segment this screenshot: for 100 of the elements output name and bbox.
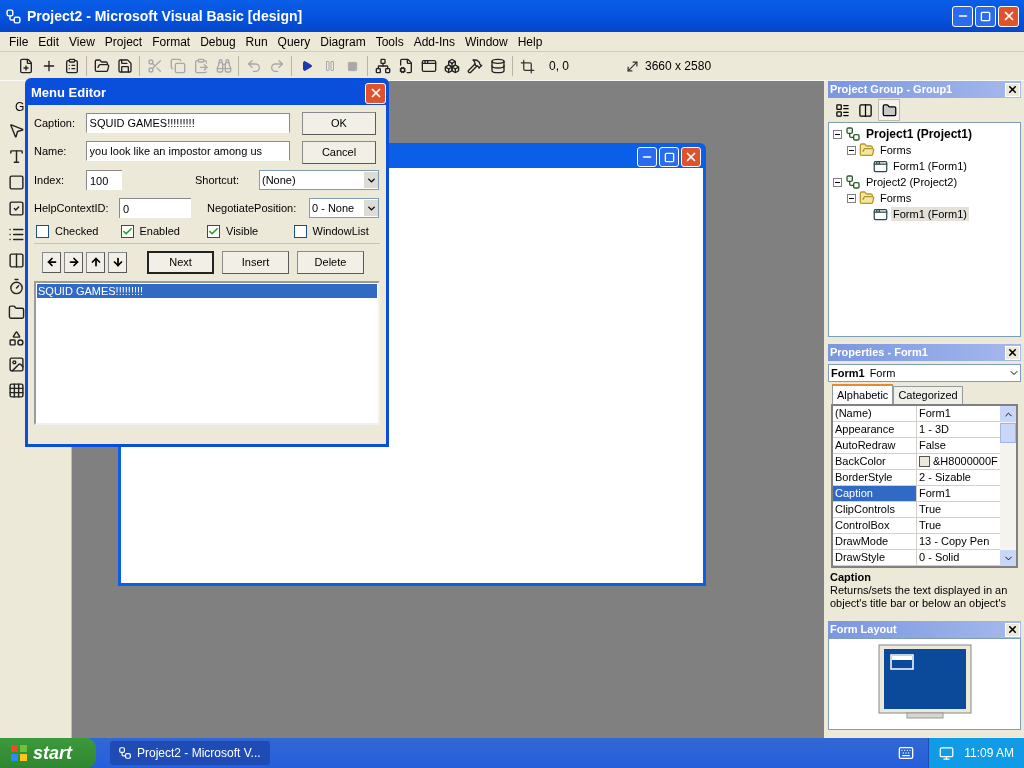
arrow-button[interactable]: [108, 251, 127, 273]
start-button[interactable]: start: [0, 738, 96, 768]
close-button[interactable]: [1005, 82, 1020, 97]
close-button[interactable]: [1005, 622, 1020, 637]
tree-item[interactable]: Form1 (Form1): [891, 207, 969, 221]
property-name[interactable]: DrawStyle: [833, 550, 917, 565]
checkbox[interactable]: [207, 225, 220, 238]
tree-item[interactable]: Project1 (Project1): [864, 127, 975, 141]
dialog-button[interactable]: Insert: [222, 250, 289, 274]
property-name[interactable]: Caption: [833, 486, 917, 501]
tree-item[interactable]: Form1 (Form1): [891, 159, 969, 173]
grid-icon[interactable]: [8, 382, 25, 399]
checkbox[interactable]: [36, 225, 49, 238]
menu-item[interactable]: Edit: [33, 32, 65, 51]
tree-item[interactable]: Forms: [878, 143, 914, 157]
tree-item[interactable]: Forms: [878, 191, 914, 205]
checkbox[interactable]: [120, 225, 134, 238]
arrow-button[interactable]: [42, 251, 61, 273]
minimize-button[interactable]: [952, 5, 973, 27]
folder-icon[interactable]: [8, 304, 25, 321]
close-button[interactable]: [365, 82, 386, 104]
collapse-icon[interactable]: [847, 145, 856, 155]
text-field[interactable]: 0: [119, 198, 191, 218]
menu-item[interactable]: File: [4, 32, 34, 51]
tree-item[interactable]: Project2 (Project2): [864, 175, 960, 189]
property-name[interactable]: ControlBox: [833, 518, 917, 533]
collapse-icon[interactable]: [833, 177, 842, 187]
scrollbar[interactable]: [1000, 406, 1016, 566]
property-value[interactable]: False: [919, 438, 946, 453]
dialog-button[interactable]: OK: [302, 112, 376, 135]
toggle-folders-button[interactable]: [878, 99, 900, 121]
open-icon: [93, 58, 110, 74]
property-value[interactable]: 2 - Sizable: [919, 470, 971, 485]
scrollbar-icon[interactable]: [8, 252, 25, 269]
hammer-icon: [466, 58, 483, 74]
arrow-button[interactable]: [64, 251, 83, 273]
shortcut-dropdown[interactable]: (None): [259, 170, 379, 190]
collapse-icon[interactable]: [833, 129, 842, 139]
property-value[interactable]: Form1: [919, 406, 951, 421]
maximize-button[interactable]: [659, 147, 679, 167]
dialog-button[interactable]: Delete: [297, 250, 364, 274]
property-value[interactable]: 13 - Copy Pen: [919, 534, 990, 549]
property-value[interactable]: True: [919, 502, 942, 517]
negotiate-position-dropdown[interactable]: 0 - None: [309, 198, 379, 218]
folder-icon: [859, 190, 875, 206]
close-icon: [684, 150, 698, 164]
menu-list-item[interactable]: SQUID GAMES!!!!!!!!!: [37, 284, 377, 298]
text-field[interactable]: you look like an impostor among us: [85, 141, 290, 161]
size-text: 3660 x 2580: [645, 58, 712, 75]
description-title: Caption: [830, 571, 872, 584]
property-value[interactable]: True: [919, 518, 942, 533]
maximize-button[interactable]: [975, 5, 996, 27]
object-dropdown[interactable]: Form1 Form: [828, 364, 1021, 382]
maximize-icon: [663, 151, 675, 163]
tab[interactable]: Categorized: [893, 386, 963, 404]
property-value[interactable]: &H8000000F: [933, 454, 998, 469]
menu-item[interactable]: Project: [99, 32, 148, 51]
clock: 11:09 AM: [964, 745, 1014, 762]
property-name[interactable]: BackColor: [833, 454, 917, 469]
menu-item[interactable]: Diagram: [315, 32, 371, 51]
text-field[interactable]: SQUID GAMES!!!!!!!!!: [85, 113, 290, 133]
arrow-button[interactable]: [86, 251, 105, 273]
checkbox-icon[interactable]: [8, 200, 25, 217]
minimize-button[interactable]: [637, 147, 657, 167]
timer-icon[interactable]: [8, 278, 25, 295]
image-icon[interactable]: [8, 356, 25, 373]
property-value[interactable]: 1 - 3D: [919, 422, 949, 437]
dialog-button[interactable]: Next: [147, 250, 214, 274]
menu-item[interactable]: Query: [272, 32, 316, 51]
text-icon[interactable]: [8, 148, 25, 165]
menu-item[interactable]: Run: [240, 32, 273, 51]
menu-item[interactable]: Window: [460, 32, 513, 51]
close-button[interactable]: [1005, 345, 1020, 360]
property-value[interactable]: 0 - Solid: [919, 550, 960, 565]
property-name[interactable]: AutoRedraw: [833, 438, 917, 453]
checkbox-label: Enabled: [139, 224, 180, 240]
menu-item[interactable]: View: [64, 32, 100, 51]
pointer-icon[interactable]: [8, 122, 25, 139]
menu-item[interactable]: Format: [147, 32, 196, 51]
property-name[interactable]: Appearance: [833, 422, 917, 437]
property-name[interactable]: ClipControls: [833, 502, 917, 517]
menu-item[interactable]: Debug: [195, 32, 241, 51]
checkbox[interactable]: [293, 225, 307, 238]
scroll-thumb[interactable]: [1000, 423, 1016, 443]
property-value[interactable]: Form1: [919, 486, 951, 501]
menu-item[interactable]: Tools: [370, 32, 409, 51]
menu-item[interactable]: Help: [512, 32, 548, 51]
taskbar-button[interactable]: Project2 - Microsoft V...: [110, 741, 270, 765]
text-field[interactable]: 100: [86, 170, 122, 190]
object-icon: [857, 102, 873, 118]
project-icon: [845, 126, 861, 142]
menu-item[interactable]: Add-Ins: [408, 32, 460, 51]
collapse-icon[interactable]: [847, 193, 856, 203]
frame-icon[interactable]: [8, 174, 25, 191]
property-name[interactable]: (Name): [833, 406, 917, 421]
shapes-icon[interactable]: [8, 330, 25, 347]
tab[interactable]: Alphabetic: [832, 384, 894, 404]
property-name[interactable]: DrawMode: [833, 534, 917, 549]
property-name[interactable]: BorderStyle: [833, 470, 917, 485]
dialog-button[interactable]: Cancel: [302, 141, 376, 164]
